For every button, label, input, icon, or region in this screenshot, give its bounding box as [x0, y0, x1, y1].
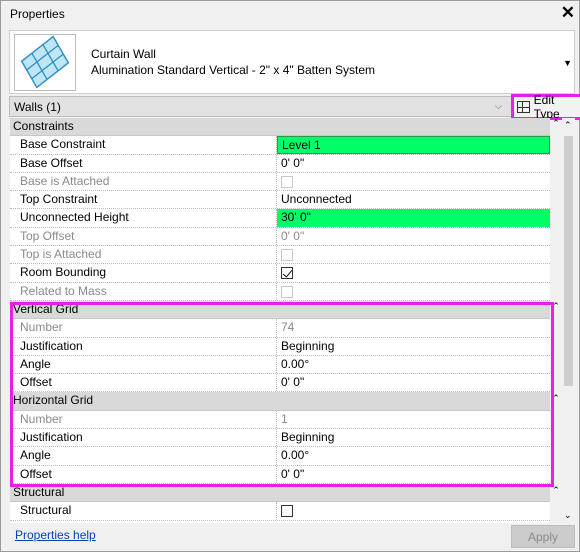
group-header-horizontal-grid[interactable]: Horizontal Grid [10, 392, 550, 411]
checkbox[interactable] [281, 267, 293, 280]
property-row[interactable]: Angle 0.00° [10, 355, 550, 375]
property-row[interactable]: Base Offset 0' 0" [10, 154, 550, 173]
property-row[interactable]: Top Constraint Unconnected [10, 191, 550, 210]
property-value[interactable]: Unconnected [277, 191, 550, 208]
property-value [277, 246, 550, 263]
selection-filter-row: Walls (1) ⌵ Edit Type [9, 93, 580, 121]
type-dropdown-arrow-icon[interactable]: ▼ [563, 58, 572, 68]
group-title: Horizontal Grid [13, 393, 94, 408]
property-name: Related to Mass [10, 282, 277, 300]
property-row[interactable]: Offset 0' 0" [10, 374, 550, 393]
property-value[interactable]: 0' 0" [277, 374, 550, 391]
chevron-down-icon[interactable]: ⌵ [495, 101, 502, 112]
checkbox [281, 175, 293, 188]
close-icon[interactable]: ✕ [561, 3, 575, 23]
group-title: Constraints [13, 119, 74, 133]
collapse-horizontal-grid-icon[interactable]: ⌃ [550, 393, 562, 404]
properties-grid: Constraints Base Constraint Level 1 Base… [10, 118, 550, 523]
property-name: Top is Attached [10, 246, 277, 264]
property-value[interactable]: 0' 0" [277, 466, 550, 483]
checkbox[interactable] [281, 505, 293, 518]
scroll-down-icon[interactable]: ⌄ [564, 510, 572, 521]
collapse-vertical-grid-icon[interactable]: ⌃ [550, 301, 562, 312]
property-value[interactable]: 0' 0" [277, 155, 550, 172]
edit-type-label: Edit Type [533, 93, 560, 121]
property-name: Angle [10, 355, 277, 374]
property-name: Base Constraint [10, 136, 277, 154]
group-header-structural[interactable]: Structural [10, 483, 550, 503]
property-value: 1 [281, 411, 288, 426]
property-name: Number [10, 410, 277, 429]
property-value[interactable]: Beginning [277, 429, 550, 446]
edit-type-button[interactable]: Edit Type [511, 93, 580, 121]
property-name: Base Offset [10, 154, 277, 172]
group-header-constraints[interactable]: Constraints [10, 118, 550, 137]
property-value[interactable]: 30' 0" [277, 209, 550, 227]
scrollbar-thumb[interactable] [564, 136, 573, 386]
group-title: Vertical Grid [13, 301, 79, 316]
property-row[interactable]: Structural [10, 502, 550, 521]
checkbox [281, 285, 293, 298]
type-name: Alumination Standard Vertical - 2" x 4" … [91, 63, 375, 77]
edit-type-icon [517, 101, 530, 113]
property-name: Top Constraint [10, 191, 277, 209]
property-name: Justification [10, 337, 277, 355]
properties-help-link[interactable]: Properties help [15, 528, 96, 542]
type-selector[interactable]: Curtain Wall Alumination Standard Vertic… [9, 30, 575, 94]
scroll-up-icon[interactable]: ⌃ [564, 120, 572, 131]
family-name: Curtain Wall [91, 47, 156, 61]
palette-title: Properties [10, 7, 65, 21]
apply-button[interactable]: Apply [511, 525, 575, 548]
property-name: Offset [10, 374, 277, 392]
property-name: Room Bounding [10, 264, 277, 282]
property-row[interactable]: Justification Beginning [10, 337, 550, 356]
property-row[interactable]: Angle 0.00° [10, 447, 550, 466]
property-row[interactable]: Justification Beginning [10, 429, 550, 448]
property-name: Unconnected Height [10, 209, 277, 227]
property-name: Justification [10, 429, 277, 447]
selection-filter[interactable]: Walls (1) [14, 100, 61, 114]
collapse-structural-icon[interactable]: ⌃ [550, 485, 562, 496]
properties-palette: Properties ✕ Curtain Wall Alumination St… [0, 0, 580, 552]
property-value[interactable] [277, 502, 550, 519]
property-row[interactable]: Offset 0' 0" [10, 465, 550, 484]
property-name: Number [10, 319, 277, 337]
property-value [277, 283, 550, 300]
property-name: Angle [10, 447, 277, 465]
group-title: Structural [13, 484, 65, 499]
property-row: Number 1 [10, 410, 550, 430]
property-value [277, 173, 550, 190]
title-bar: Properties ✕ [2, 2, 579, 26]
property-name: Top Offset [10, 227, 277, 246]
collapse-constraints-icon[interactable]: ⌃ [550, 118, 562, 129]
vertical-scrollbar[interactable]: ⌃ ⌄ [562, 118, 575, 523]
property-value[interactable]: Level 1 [277, 136, 550, 154]
property-row[interactable]: Base Constraint Level 1 [10, 136, 550, 155]
curtain-wall-thumbnail-icon [14, 34, 76, 91]
property-value: 0' 0" [281, 228, 305, 243]
property-row: Top is Attached [10, 246, 550, 265]
property-row[interactable]: Unconnected Height 30' 0" [10, 209, 550, 228]
property-value: 74 [281, 320, 295, 335]
property-row: Base is Attached [10, 172, 550, 192]
property-value[interactable] [277, 264, 550, 281]
checkbox [281, 248, 293, 261]
property-value[interactable]: 0.00° [277, 447, 550, 464]
property-row: Related to Mass [10, 282, 550, 301]
property-name: Offset [10, 465, 277, 483]
property-value[interactable]: 0.00° [277, 356, 550, 373]
property-row[interactable]: Room Bounding [10, 264, 550, 283]
property-value[interactable]: Beginning [277, 338, 550, 355]
group-header-vertical-grid[interactable]: Vertical Grid [10, 300, 550, 320]
property-row: Top Offset 0' 0" [10, 227, 550, 247]
property-name: Structural [10, 502, 277, 520]
property-row: Number 74 [10, 319, 550, 338]
property-name: Base is Attached [10, 172, 277, 191]
